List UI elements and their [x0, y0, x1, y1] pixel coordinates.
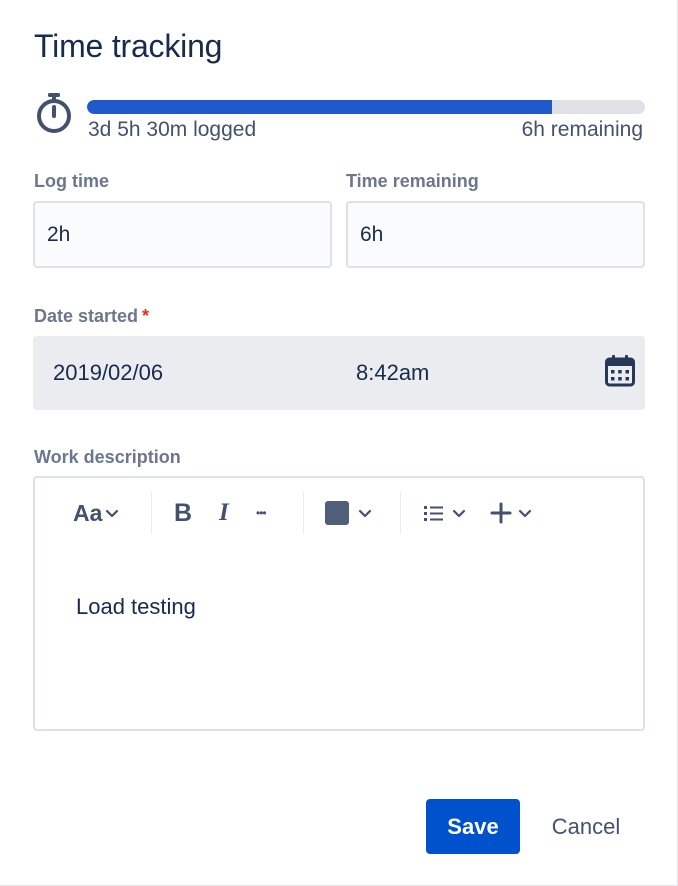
bold-button[interactable]: B — [174, 494, 192, 532]
dialog-title: Time tracking — [34, 28, 223, 64]
plus-icon — [490, 502, 512, 524]
required-marker: * — [142, 306, 150, 326]
more-formatting-button[interactable]: ••• — [256, 494, 267, 532]
list-dropdown[interactable] — [423, 494, 467, 532]
time-remaining-input[interactable] — [346, 201, 645, 268]
date-value[interactable]: 2019/02/06 — [53, 360, 163, 386]
chevron-down-icon — [518, 509, 532, 518]
stopwatch-icon — [37, 93, 71, 133]
work-description-text[interactable]: Load testing — [76, 594, 196, 620]
log-time-input[interactable] — [33, 201, 332, 268]
chevron-down-icon — [358, 509, 372, 518]
text-color-dropdown[interactable] — [325, 494, 373, 532]
text-style-dropdown[interactable]: Aa — [73, 494, 120, 532]
text-color-swatch — [325, 501, 349, 525]
work-description-label: Work description — [34, 447, 181, 467]
insert-dropdown[interactable] — [490, 494, 533, 532]
italic-button[interactable]: I — [219, 494, 229, 532]
date-started-label: Date started * — [34, 306, 149, 327]
time-tracking-dialog: Time tracking 3d 5h 30m logged 6h remain… — [0, 0, 678, 886]
log-time-label: Log time — [34, 171, 109, 191]
time-progress-bar — [87, 100, 645, 114]
toolbar-separator — [400, 492, 401, 534]
time-progress-fill — [87, 100, 552, 114]
bold-icon: B — [174, 498, 193, 527]
chevron-down-icon — [452, 509, 466, 518]
calendar-icon[interactable] — [605, 355, 635, 387]
italic-icon: I — [219, 499, 229, 526]
bullet-list-icon — [424, 506, 443, 521]
logged-time-label: 3d 5h 30m logged — [88, 118, 257, 141]
work-description-editor[interactable]: Aa B I ••• Load testing — [33, 476, 645, 731]
toolbar-separator — [303, 492, 304, 534]
remaining-time-label: 6h remaining — [521, 118, 643, 141]
more-icon: ••• — [256, 506, 267, 520]
chevron-down-icon — [106, 509, 119, 518]
date-started-picker[interactable]: 2019/02/06 8:42am — [33, 336, 645, 410]
text-style-label: Aa — [73, 499, 103, 526]
cancel-button[interactable]: Cancel — [534, 799, 638, 854]
date-started-label-text: Date started — [34, 306, 139, 326]
time-remaining-label: Time remaining — [346, 171, 479, 191]
save-button[interactable]: Save — [426, 799, 520, 854]
toolbar-separator — [151, 492, 152, 534]
time-value[interactable]: 8:42am — [356, 360, 429, 386]
